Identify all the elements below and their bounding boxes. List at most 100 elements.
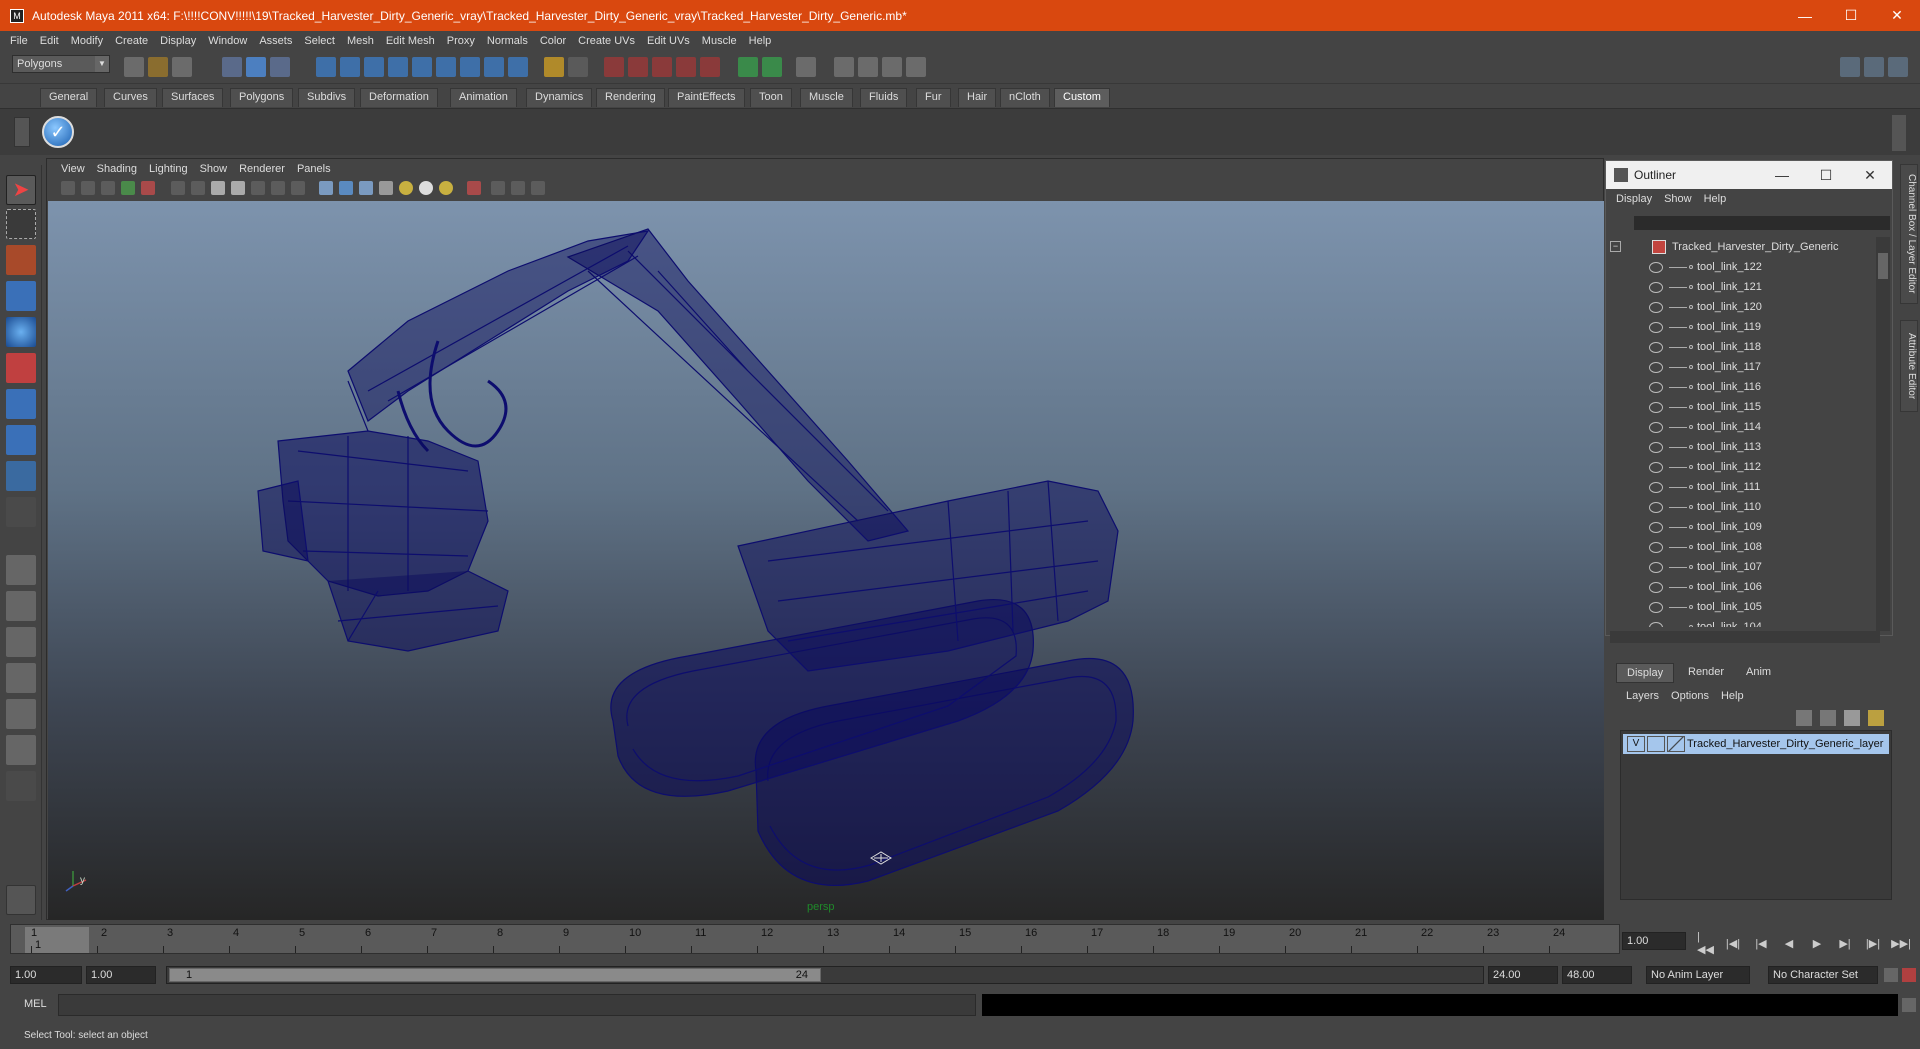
- gate-mask-icon[interactable]: [231, 181, 245, 195]
- shelf-tab-muscle[interactable]: Muscle: [800, 88, 853, 107]
- outliner-item[interactable]: tool_link_117: [1606, 357, 1876, 377]
- snap-grid-icon[interactable]: [604, 57, 624, 77]
- outliner-root-item[interactable]: − Tracked_Harvester_Dirty_Generic: [1606, 237, 1876, 257]
- go-to-start-icon[interactable]: |◀◀: [1697, 931, 1715, 956]
- shelf-tab-polygons[interactable]: Polygons: [230, 88, 294, 107]
- outliner-item[interactable]: tool_link_105: [1606, 597, 1876, 617]
- shelf-tab-custom[interactable]: Custom: [1054, 88, 1110, 107]
- range-slider[interactable]: 1 24: [166, 966, 1484, 984]
- animation-prefs-icon[interactable]: [1902, 968, 1916, 982]
- xray-joints-icon[interactable]: [511, 181, 525, 195]
- mel-input[interactable]: [58, 994, 976, 1016]
- four-pane-layout-icon[interactable]: [6, 591, 36, 621]
- shelf-tab-surfaces[interactable]: Surfaces: [162, 88, 224, 107]
- character-set-dropdown[interactable]: No Character Set: [1768, 966, 1878, 984]
- render-view-icon[interactable]: [834, 57, 854, 77]
- move-layer-down-icon[interactable]: [1820, 710, 1836, 726]
- outliner-item[interactable]: tool_link_109: [1606, 517, 1876, 537]
- show-attribute-editor-icon[interactable]: [1840, 57, 1860, 77]
- hypershade-layout-icon[interactable]: [6, 699, 36, 729]
- step-back-frame-icon[interactable]: |◀: [1752, 934, 1770, 952]
- rotate-tool-icon[interactable]: [6, 317, 36, 347]
- xray-icon[interactable]: [491, 181, 505, 195]
- maximize-button[interactable]: ☐: [1828, 0, 1874, 31]
- layer-color-swatch[interactable]: [1667, 736, 1685, 752]
- layer-tab-display[interactable]: Display: [1616, 663, 1675, 683]
- snap-view-plane-icon[interactable]: [676, 57, 696, 77]
- render-current-frame-icon[interactable]: [858, 57, 878, 77]
- vp-menu-panels[interactable]: Panels: [291, 163, 337, 175]
- textured-icon[interactable]: [379, 181, 393, 195]
- isolate-select-icon[interactable]: [467, 181, 481, 195]
- move-tool-icon[interactable]: [6, 281, 36, 311]
- show-manipulator-icon[interactable]: [6, 461, 36, 491]
- show-channel-box-icon[interactable]: [1888, 57, 1908, 77]
- outliner-item[interactable]: tool_link_114: [1606, 417, 1876, 437]
- step-forward-frame-icon[interactable]: ▶|: [1836, 934, 1854, 952]
- mel-label[interactable]: MEL: [24, 998, 47, 1010]
- shelf-tab-toon[interactable]: Toon: [750, 88, 792, 107]
- shelf-tab-subdivs[interactable]: Subdivs: [298, 88, 356, 107]
- menu-window[interactable]: Window: [202, 35, 253, 47]
- attribute-editor-tab[interactable]: Attribute Editor: [1900, 320, 1918, 412]
- vp-menu-view[interactable]: View: [55, 163, 91, 175]
- lock-selection-icon[interactable]: [544, 57, 564, 77]
- auto-key-icon[interactable]: [1884, 968, 1898, 982]
- persp-graph-layout-icon[interactable]: [6, 663, 36, 693]
- wireframe-on-shaded-icon[interactable]: [359, 181, 373, 195]
- menu-muscle[interactable]: Muscle: [696, 35, 743, 47]
- new-layer-from-selection-icon[interactable]: [1868, 710, 1884, 726]
- universal-manipulator-icon[interactable]: [6, 389, 36, 419]
- shelf-tab-painteffects[interactable]: PaintEffects: [668, 88, 745, 107]
- render-settings-icon[interactable]: [906, 57, 926, 77]
- shelf-tab-fur[interactable]: Fur: [916, 88, 951, 107]
- field-chart-icon[interactable]: [251, 181, 265, 195]
- outliner-item[interactable]: tool_link_104: [1606, 617, 1876, 627]
- menu-assets[interactable]: Assets: [253, 35, 298, 47]
- film-gate-icon[interactable]: [191, 181, 205, 195]
- single-pane-layout-icon[interactable]: [6, 555, 36, 585]
- menu-color[interactable]: Color: [534, 35, 572, 47]
- outliner-item[interactable]: tool_link_120: [1606, 297, 1876, 317]
- select-camera-icon[interactable]: [61, 181, 75, 195]
- two-pane-layout-icon[interactable]: [6, 627, 36, 657]
- paint-select-tool-icon[interactable]: [6, 245, 36, 275]
- layer-type-toggle[interactable]: [1647, 736, 1665, 752]
- menu-help[interactable]: Help: [743, 35, 778, 47]
- hud-icon[interactable]: [531, 181, 545, 195]
- vp-menu-renderer[interactable]: Renderer: [233, 163, 291, 175]
- soft-modification-icon[interactable]: [6, 425, 36, 455]
- time-slider[interactable]: 1 1 2 3 4 5 6 7 8 9 10 11 12 13 14 15 16…: [10, 924, 1620, 954]
- menu-select[interactable]: Select: [298, 35, 341, 47]
- select-joints-icon[interactable]: [340, 57, 360, 77]
- safe-title-icon[interactable]: [291, 181, 305, 195]
- menu-normals[interactable]: Normals: [481, 35, 534, 47]
- layer-tab-anim[interactable]: Anim: [1736, 663, 1781, 683]
- outliner-item[interactable]: tool_link_111: [1606, 477, 1876, 497]
- outliner-search-input[interactable]: [1634, 216, 1890, 230]
- shelf-tab-animation[interactable]: Animation: [450, 88, 517, 107]
- select-by-hierarchy-icon[interactable]: [222, 57, 242, 77]
- bookmarks-icon[interactable]: [101, 181, 115, 195]
- quick-help-icon[interactable]: [6, 885, 36, 915]
- outliner-item[interactable]: tool_link_106: [1606, 577, 1876, 597]
- layer-tab-render[interactable]: Render: [1678, 663, 1734, 683]
- outliner-menu-help[interactable]: Help: [1698, 193, 1733, 205]
- new-scene-icon[interactable]: [124, 57, 144, 77]
- outliner-menu-show[interactable]: Show: [1658, 193, 1698, 205]
- current-time-field[interactable]: 1.00: [1622, 932, 1686, 950]
- menu-edit[interactable]: Edit: [34, 35, 65, 47]
- highlight-selection-icon[interactable]: [568, 57, 588, 77]
- snap-point-icon[interactable]: [652, 57, 672, 77]
- checkmark-shelf-icon[interactable]: ✓: [42, 116, 74, 148]
- outliner-horizontal-scrollbar[interactable]: [1610, 631, 1880, 643]
- shelf-scroll-icon[interactable]: [1892, 115, 1906, 151]
- layer-menu-options[interactable]: Options: [1665, 690, 1715, 702]
- channel-box-tab[interactable]: Channel Box / Layer Editor: [1900, 164, 1918, 304]
- menu-modify[interactable]: Modify: [65, 35, 109, 47]
- shelf-tab-general[interactable]: General: [40, 88, 98, 107]
- ipr-render-icon[interactable]: [882, 57, 902, 77]
- outliner-menu-display[interactable]: Display: [1610, 193, 1658, 205]
- smooth-shade-icon[interactable]: [339, 181, 353, 195]
- save-scene-icon[interactable]: [172, 57, 192, 77]
